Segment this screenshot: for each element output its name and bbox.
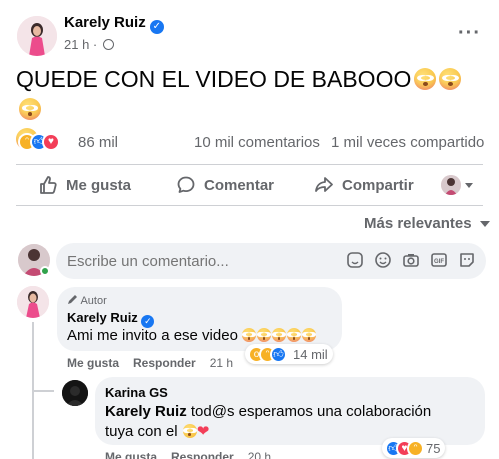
reply-author-name[interactable]: Karina GS xyxy=(105,385,168,400)
post-text-content: QUEDE CON EL VIDEO DE BABOOO xyxy=(16,66,412,92)
sticker-icon[interactable] xyxy=(346,251,364,269)
author-name-text[interactable]: Karely Ruiz xyxy=(64,14,146,31)
emoji-icon[interactable] xyxy=(374,251,392,269)
flushed-face-emoji-icon xyxy=(19,98,41,120)
share-arrow-icon xyxy=(315,177,333,192)
avatar-sticker-icon[interactable] xyxy=(458,251,476,269)
share-audience-selector[interactable] xyxy=(441,175,473,195)
reply-mention[interactable]: Karely Ruiz xyxy=(105,403,187,420)
globe-icon xyxy=(102,39,114,50)
reply-reaction-count: 75 xyxy=(426,440,441,456)
shares-count[interactable]: 1 mil veces compartido xyxy=(331,134,484,151)
reply-reactions[interactable]: 👍︎ ♥ ᵔ 75 xyxy=(382,438,446,458)
thumbs-up-icon xyxy=(40,176,57,194)
flushed-face-emoji-icon xyxy=(271,328,286,342)
flushed-face-emoji-icon xyxy=(241,328,256,342)
flushed-face-emoji-icon xyxy=(414,68,437,90)
comment-text: Ami me invito a ese video xyxy=(67,327,316,344)
author-badge: Autor xyxy=(67,294,107,307)
post-time[interactable]: 21 h xyxy=(64,37,89,52)
online-status-dot xyxy=(40,266,50,276)
author-badge-label: Autor xyxy=(80,295,107,307)
comment-actions: Me gusta Responder 21 h xyxy=(67,356,233,370)
haha-reaction-icon: ᵔ xyxy=(407,439,424,457)
like-button[interactable]: Me gusta xyxy=(38,175,131,195)
comment-reply-link[interactable]: Responder xyxy=(133,356,196,370)
reply-time[interactable]: 20 h xyxy=(248,450,271,459)
verified-badge-icon: ✓ xyxy=(149,20,164,34)
comment-like-link[interactable]: Me gusta xyxy=(67,356,119,370)
gif-icon[interactable]: GIF xyxy=(430,251,448,269)
share-button[interactable]: Compartir xyxy=(314,175,414,195)
comment-reactions[interactable]: o ᵔ 👍︎ 14 mil xyxy=(245,344,333,364)
comment-sort-dropdown[interactable]: Más relevantes xyxy=(364,215,490,232)
post-reaction-icons[interactable]: ᵔ 👍︎ ♥ xyxy=(18,133,60,153)
more-options-icon[interactable]: ··· xyxy=(458,22,481,45)
chevron-down-icon xyxy=(465,182,473,188)
reply-like-link[interactable]: Me gusta xyxy=(105,450,157,459)
comment-author-name[interactable]: Karely Ruiz ✓ xyxy=(67,310,155,328)
divider xyxy=(16,205,483,206)
comment-time[interactable]: 21 h xyxy=(210,356,233,370)
comments-count[interactable]: 10 mil comentarios xyxy=(194,134,320,151)
divider xyxy=(16,164,483,165)
post-author-name[interactable]: Karely Ruiz ✓ xyxy=(64,14,164,34)
comment-reaction-count: 14 mil xyxy=(293,346,328,362)
chevron-down-icon xyxy=(479,220,490,227)
flushed-face-emoji-icon xyxy=(182,424,197,438)
reply-text: Karely Ruiz tod@s esperamos una colabora… xyxy=(105,402,435,442)
comment-input[interactable] xyxy=(67,253,267,270)
red-heart-emoji-icon: ❤ xyxy=(196,423,210,440)
flushed-face-emoji-icon xyxy=(301,328,316,342)
user-avatar xyxy=(441,175,461,195)
reaction-count[interactable]: 86 mil xyxy=(78,134,118,151)
comment-button-label: Comentar xyxy=(204,176,275,194)
share-button-label: Compartir xyxy=(342,176,414,194)
reply-actions: Me gusta Responder 20 h xyxy=(105,450,271,459)
flushed-face-emoji-icon xyxy=(439,68,462,90)
svg-text:GIF: GIF xyxy=(434,259,444,265)
love-reaction-icon: ♥ xyxy=(42,133,60,151)
post-meta: 21 h · xyxy=(64,37,114,52)
comment-author-avatar[interactable] xyxy=(17,286,49,318)
like-reaction-icon: 👍︎ xyxy=(270,345,287,363)
flushed-face-emoji-icon xyxy=(286,328,301,342)
sort-label: Más relevantes xyxy=(364,215,472,232)
author-avatar[interactable] xyxy=(17,16,57,56)
camera-icon[interactable] xyxy=(402,251,420,269)
flushed-face-emoji-icon xyxy=(256,328,271,342)
thread-line xyxy=(32,390,54,392)
like-button-label: Me gusta xyxy=(66,176,132,194)
reply-reply-link[interactable]: Responder xyxy=(171,450,234,459)
speech-bubble-icon xyxy=(177,176,195,193)
comment-author-text[interactable]: Karely Ruiz xyxy=(67,310,138,325)
comment-text-content: Ami me invito a ese video xyxy=(67,327,238,344)
comment-button[interactable]: Comentar xyxy=(176,175,274,195)
pencil-icon xyxy=(68,295,77,304)
reply-author-avatar[interactable] xyxy=(62,380,88,406)
